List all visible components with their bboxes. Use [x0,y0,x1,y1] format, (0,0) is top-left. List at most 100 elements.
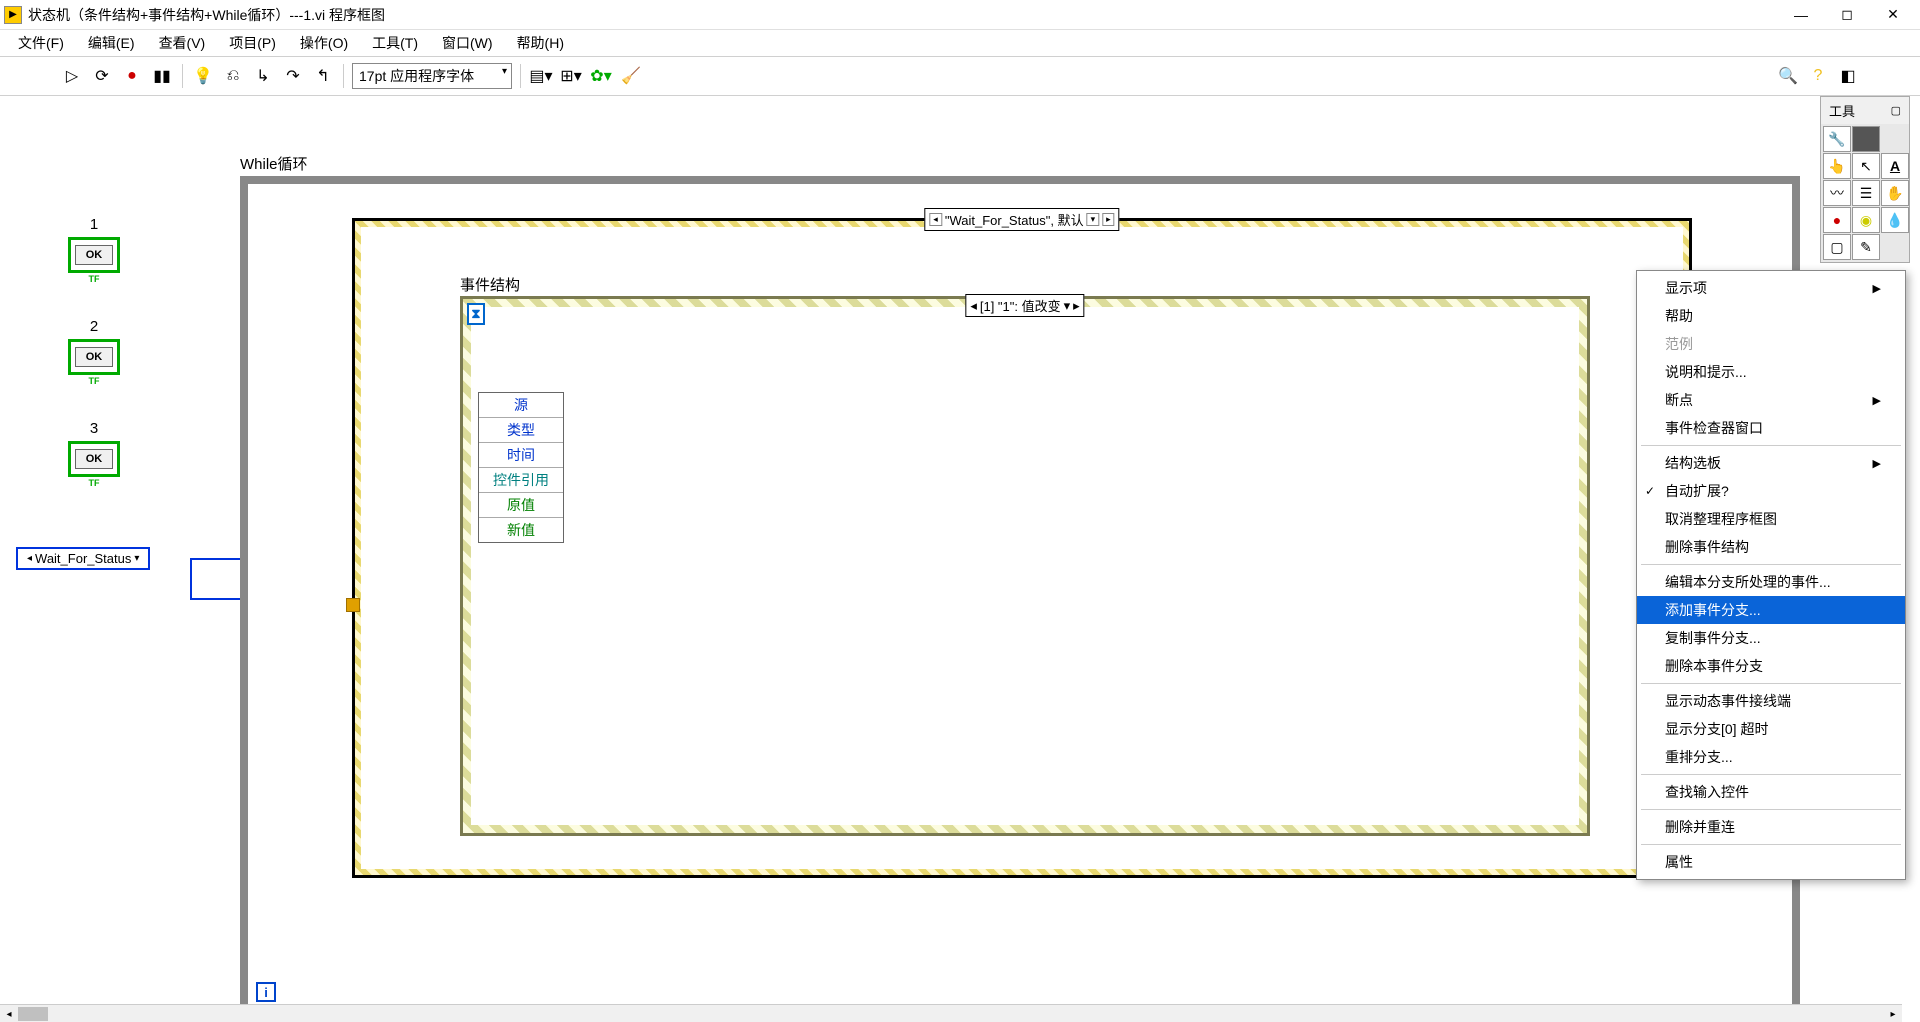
case-input-tunnel[interactable] [346,598,360,612]
menu-project[interactable]: 项目(P) [219,31,286,55]
abort-button[interactable]: ● [120,64,144,88]
menu-item-label: 显示动态事件接线端 [1665,691,1791,711]
highlight-execution-button[interactable]: 💡 [191,64,215,88]
context-menu-item[interactable]: 查找输入控件 [1637,778,1905,806]
enum-constant[interactable]: ◂ Wait_For_Status ▾ [16,547,150,570]
breakpoint-tool-icon[interactable]: ● [1823,207,1851,233]
event-data-newval[interactable]: 新值 [479,518,563,542]
context-menu-item[interactable]: 编辑本分支所处理的事件... [1637,568,1905,596]
enum-increment-icon[interactable]: ▾ [131,553,142,564]
pause-button[interactable]: ▮▮ [150,64,174,88]
clean-up-button[interactable]: 🧹 [619,64,643,88]
context-menu-item[interactable]: 删除并重连 [1637,813,1905,841]
auto-tool-icon[interactable]: 🔧 [1823,126,1851,152]
step-into-button[interactable]: ↳ [251,64,275,88]
boolean-control-2[interactable]: 2 OKTF [68,318,120,375]
menu-item-label: 删除事件结构 [1665,537,1749,557]
step-out-button[interactable]: ↰ [311,64,335,88]
context-menu-item[interactable]: 删除事件结构 [1637,533,1905,561]
event-data-oldval[interactable]: 原值 [479,493,563,518]
search-button[interactable]: 🔍 [1776,64,1800,88]
context-menu-item[interactable]: 添加事件分支... [1637,596,1905,624]
menu-operate[interactable]: 操作(O) [290,31,358,55]
boolean-control-1[interactable]: 1 OKTF [68,216,120,273]
run-continuously-button[interactable]: ⟳ [90,64,114,88]
boolean-control-3[interactable]: 3 OKTF [68,420,120,477]
wiring-tool-icon[interactable]: 〰 [1823,180,1851,206]
context-menu-item[interactable]: 复制事件分支... [1637,624,1905,652]
context-menu-item[interactable]: 事件检查器窗口 [1637,414,1905,442]
context-menu-item[interactable]: 说明和提示... [1637,358,1905,386]
case-dropdown-icon[interactable]: ▾ [1087,213,1100,226]
menu-help[interactable]: 帮助(H) [507,31,574,55]
context-menu-item[interactable]: 重排分支... [1637,743,1905,771]
case-next-icon[interactable]: ▸ [1102,213,1115,226]
step-over-button[interactable]: ↷ [281,64,305,88]
event-next-icon[interactable]: ▸ [1073,298,1080,314]
scroll-tool-icon[interactable]: ✋ [1881,180,1909,206]
control-label: 1 [68,216,120,233]
event-prev-icon[interactable]: ◂ [970,298,977,314]
help-button[interactable]: ? [1806,64,1830,88]
color-copy-tool-icon[interactable]: 💧 [1881,207,1909,233]
menu-window[interactable]: 窗口(W) [432,31,503,55]
context-help-button[interactable]: ◧ [1836,64,1860,88]
run-button[interactable]: ▷ [60,64,84,88]
context-menu-item[interactable]: 取消整理程序框图 [1637,505,1905,533]
tools-palette[interactable]: 工具 ▢ 🔧 👆 ↖ A 〰 ☰ ✋ ● ◉ 💧 ▢ ✎ [1820,96,1910,263]
menu-edit[interactable]: 编辑(E) [78,31,145,55]
context-menu-item[interactable]: 帮助 [1637,302,1905,330]
enum-value: Wait_For_Status [35,551,131,566]
probe-tool-icon[interactable]: ◉ [1852,207,1880,233]
font-selector[interactable]: 17pt 应用程序字体 [352,63,512,89]
event-data-node[interactable]: 源 类型 时间 控件引用 原值 新值 [478,392,564,543]
event-dropdown-icon[interactable]: ▾ [1064,298,1071,314]
case-selector[interactable]: ◂ "Wait_For_Status", 默认 ▾ ▸ [924,208,1119,231]
retain-wire-values-button[interactable]: ⎌ [221,64,245,88]
event-data-ctlref[interactable]: 控件引用 [479,468,563,493]
menu-item-label: 帮助 [1665,306,1693,326]
close-button[interactable]: ✕ [1870,1,1916,29]
context-menu-item[interactable]: ✓自动扩展? [1637,477,1905,505]
context-menu-item[interactable]: 显示分支[0] 超时 [1637,715,1905,743]
scroll-right-icon[interactable]: ▸ [1884,1005,1902,1022]
horizontal-scrollbar[interactable]: ◂ ▸ [0,1004,1902,1022]
color-tool-bg-icon[interactable]: ▢ [1823,234,1851,260]
menu-item-label: 编辑本分支所处理的事件... [1665,572,1831,592]
minimize-button[interactable]: — [1778,1,1824,29]
palette-pin-icon[interactable]: ▢ [1891,104,1901,117]
reorder-button[interactable]: ✿▾ [589,64,613,88]
event-structure[interactable]: ⧗ ◂ [1] "1": 值改变 ▾ ▸ [460,296,1590,836]
shortcut-menu-tool-icon[interactable]: ☰ [1852,180,1880,206]
menu-tools[interactable]: 工具(T) [362,31,428,55]
text-tool-icon[interactable]: A [1881,153,1909,179]
maximize-button[interactable]: ◻ [1824,1,1870,29]
align-button[interactable]: ▤▾ [529,64,553,88]
operate-tool-icon[interactable]: 👆 [1823,153,1851,179]
context-menu-item[interactable]: 显示项▶ [1637,274,1905,302]
context-menu-item[interactable]: 结构选板▶ [1637,449,1905,477]
context-menu-item[interactable]: 显示动态事件接线端 [1637,687,1905,715]
menu-file[interactable]: 文件(F) [8,31,74,55]
context-menu-item[interactable]: 断点▶ [1637,386,1905,414]
event-timeout-icon[interactable]: ⧗ [467,303,485,325]
event-selector[interactable]: ◂ [1] "1": 值改变 ▾ ▸ [965,294,1084,317]
tools-palette-title[interactable]: 工具 ▢ [1821,97,1909,124]
loop-index-terminal[interactable]: i [256,982,276,1002]
distribute-button[interactable]: ⊞▾ [559,64,583,88]
event-data-type[interactable]: 类型 [479,418,563,443]
context-menu-item[interactable]: 属性 [1637,848,1905,876]
event-data-source[interactable]: 源 [479,393,563,418]
tool-bar-icon[interactable] [1852,126,1880,152]
menu-view[interactable]: 查看(V) [149,31,216,55]
scroll-left-icon[interactable]: ◂ [0,1005,18,1022]
color-tool-fg-icon[interactable]: ✎ [1852,234,1880,260]
block-diagram-canvas[interactable]: 1 OKTF 2 OKTF 3 OKTF ◂ Wait_For_Status ▾… [0,96,1920,1022]
position-tool-icon[interactable]: ↖ [1852,153,1880,179]
enum-decrement-icon[interactable]: ◂ [24,553,35,564]
menu-item-label: 显示分支[0] 超时 [1665,719,1768,739]
case-prev-icon[interactable]: ◂ [929,213,942,226]
scroll-thumb[interactable] [18,1007,48,1021]
event-data-time[interactable]: 时间 [479,443,563,468]
context-menu-item[interactable]: 删除本事件分支 [1637,652,1905,680]
